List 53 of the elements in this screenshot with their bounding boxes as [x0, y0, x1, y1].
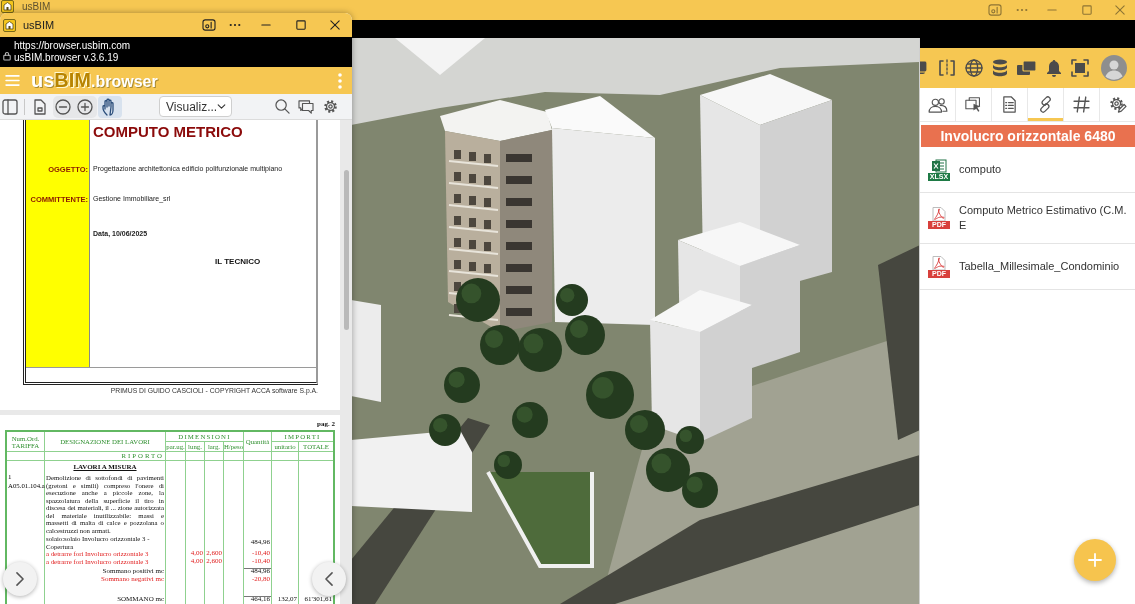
- globe-icon[interactable]: [965, 59, 983, 77]
- document-title: COMPUTO METRICO: [92, 122, 244, 142]
- database-icon[interactable]: [992, 59, 1008, 77]
- document-list-icon: [1001, 96, 1018, 113]
- app-version: usBIM.browser v.3.6.19: [14, 52, 120, 64]
- window-title: usBIM: [23, 19, 55, 31]
- window-title: usBIM: [22, 1, 51, 13]
- gear-pencil-icon: [1109, 96, 1126, 113]
- more-icon: [229, 23, 241, 27]
- lock-icon: [3, 51, 11, 61]
- split-view-icon[interactable]: [938, 59, 956, 77]
- search-icon: [274, 99, 290, 114]
- sidebar-icon: [2, 98, 18, 115]
- cursor-select-tab[interactable]: [956, 88, 992, 122]
- document-icon: [34, 98, 46, 115]
- document-list-tab[interactable]: [992, 88, 1028, 122]
- pan-button[interactable]: [98, 95, 122, 118]
- minimize-icon: [260, 24, 271, 26]
- object-title: Involucro orizzontale 6480: [921, 125, 1135, 147]
- close-icon: [330, 20, 340, 30]
- fullscreen-icon[interactable]: [1071, 59, 1089, 77]
- chevron-left-icon: [325, 572, 333, 586]
- zoom-in-icon: [77, 98, 93, 115]
- minimize-icon: [1047, 9, 1057, 11]
- settings-icon: [322, 99, 338, 114]
- plus-icon: [1088, 553, 1102, 567]
- reader-icon: [987, 4, 1002, 16]
- scrollbar-thumb[interactable]: [344, 170, 349, 330]
- link-icon: [1037, 96, 1054, 113]
- maximize-icon: [295, 20, 306, 30]
- chevron-right-icon: [16, 572, 24, 586]
- hash-tab[interactable]: [1064, 88, 1100, 122]
- app-icon: [3, 18, 16, 32]
- zoom-out-icon: [55, 98, 71, 115]
- windows-icon[interactable]: [1017, 60, 1037, 76]
- app-logo: usBIM.browser: [31, 69, 158, 92]
- hash-icon: [1073, 96, 1090, 113]
- users-icon: [927, 96, 948, 113]
- bell-icon[interactable]: [1046, 59, 1062, 77]
- layers-icon[interactable]: [920, 59, 927, 77]
- comments-icon: [298, 99, 314, 114]
- maximize-icon: [1082, 5, 1092, 15]
- cursor-select-icon: [965, 96, 982, 113]
- app-icon: [1, 0, 14, 13]
- reader-icon: [202, 19, 216, 31]
- users-tab[interactable]: [920, 88, 956, 122]
- chevron-down-icon: [217, 104, 227, 109]
- close-icon: [1115, 5, 1125, 15]
- url-text: https://browser.usbim.com: [14, 40, 131, 52]
- signature-label: IL TECNICO: [214, 256, 262, 266]
- more-icon: [1015, 8, 1028, 12]
- view-mode-select[interactable]: Visualiz...: [159, 96, 232, 117]
- links-tab[interactable]: [1028, 88, 1064, 122]
